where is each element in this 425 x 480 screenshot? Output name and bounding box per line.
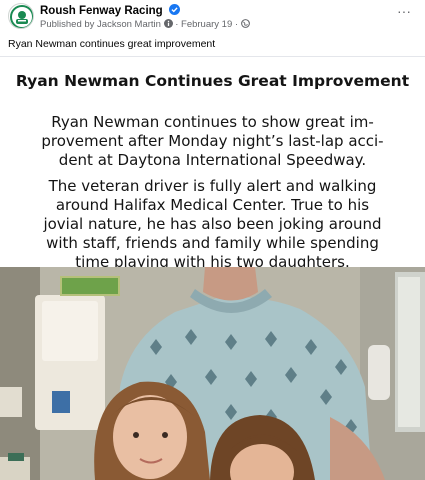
post-caption: Ryan Newman continues great improvement [8,38,216,50]
page-avatar[interactable] [8,3,34,29]
shared-image[interactable]: Ryan Newman Continues Great Improvement … [0,57,425,480]
info-icon[interactable] [163,19,173,28]
article-paragraph: Ryan Newman continues to show great im-p… [41,113,384,169]
roush-fenway-logo-icon [10,5,33,28]
globe-icon [240,19,250,28]
separator-dot: · [175,19,179,30]
post-header: Roush Fenway Racing Published by Jackson… [0,0,425,34]
post-date[interactable]: February 19 [181,19,232,30]
hospital-photo [0,267,425,480]
post-byline: Published by Jackson Martin · February 1… [40,19,250,30]
article-paragraph: The veteran driver is fully alert and wa… [43,177,382,271]
more-options-icon[interactable]: ··· [395,4,413,20]
verified-badge-icon [168,4,180,15]
page-name[interactable]: Roush Fenway Racing [40,4,180,17]
page-name-text[interactable]: Roush Fenway Racing [40,5,163,17]
published-by-text[interactable]: Published by Jackson Martin [40,19,161,30]
separator-dot: · [234,19,239,30]
article-headline: Ryan Newman Continues Great Improvement [15,72,410,90]
